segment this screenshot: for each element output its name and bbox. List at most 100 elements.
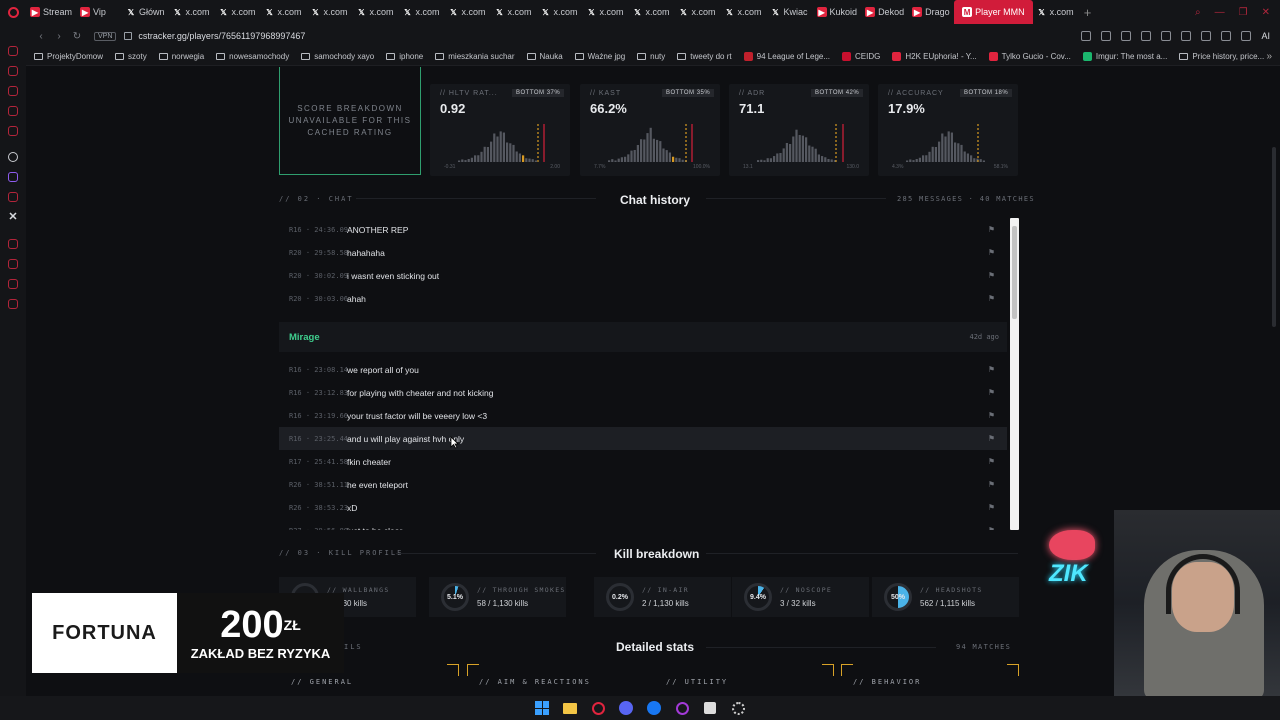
tab[interactable]: ▶ Dekod [861, 0, 908, 24]
sidebar-tools-icon[interactable] [8, 192, 18, 202]
bookmark-item[interactable]: Nauka [526, 52, 563, 61]
more-bookmarks-icon[interactable]: » [1266, 51, 1272, 62]
tab[interactable]: 𝕏x.com [675, 0, 721, 24]
flag-icon[interactable]: ⚑ [988, 248, 995, 257]
chat-message-row[interactable]: R16 · 23:12.83 for playing with cheater a… [279, 381, 1007, 404]
flag-icon[interactable]: ⚑ [988, 365, 995, 374]
close-window-button[interactable]: ✕ [1262, 7, 1270, 18]
url-field[interactable]: cstracker.gg/players/76561197968997467 [138, 31, 305, 41]
search-tabs-icon[interactable]: ⌕ [1195, 7, 1201, 18]
new-tab-button[interactable]: + [1079, 0, 1097, 24]
sidebar-history-icon[interactable] [8, 66, 18, 76]
tab[interactable]: 𝕏x.com [583, 0, 629, 24]
tab[interactable]: ▶ Drago [908, 0, 954, 24]
tab[interactable]: ▶ Kukoid [813, 0, 862, 24]
sidebar-flow-icon[interactable] [8, 239, 18, 249]
app-icon[interactable] [702, 700, 718, 716]
sidebar-settings-icon[interactable] [8, 152, 18, 162]
flag-icon[interactable]: ⚑ [988, 434, 995, 443]
maximize-button[interactable]: ❐ [1239, 7, 1248, 18]
tab[interactable]: ▶ Vip [76, 0, 122, 24]
bookmark-item[interactable]: tweety do rt [677, 52, 732, 61]
flag-icon[interactable]: ⚑ [988, 294, 995, 303]
flag-icon[interactable]: ⚑ [988, 526, 995, 530]
bookmark-item[interactable]: nowesamochody [216, 52, 289, 61]
tab[interactable]: 𝕏 Główn [122, 0, 169, 24]
chat-scrollbar[interactable] [1010, 218, 1019, 530]
chat-message-row[interactable]: R16 · 23:19.66 your trust factor will be … [279, 404, 1007, 427]
sidebar-x-icon[interactable]: ✕ [8, 210, 17, 223]
tab-active[interactable]: M Player MMN [954, 0, 1033, 24]
chat-message-row[interactable]: R20 · 30:02.09 i wasnt even sticking out ⚑ [279, 264, 1007, 287]
tab[interactable]: 𝕏x.com [353, 0, 399, 24]
tab[interactable]: ▶ Stream [26, 0, 76, 24]
bookmark-item[interactable]: ProjektyDomow [34, 52, 103, 61]
bookmark-item[interactable]: CEIDG [842, 52, 880, 61]
screenshot-icon[interactable] [1101, 31, 1112, 41]
sidebar-pin-icon[interactable] [8, 279, 18, 289]
bookmark-item[interactable]: iphone [386, 52, 423, 61]
bookmark-item[interactable]: 94 League of Lege... [743, 52, 830, 61]
file-explorer-icon[interactable] [562, 700, 578, 716]
flag-icon[interactable]: ⚑ [988, 271, 995, 280]
start-button[interactable] [534, 700, 550, 716]
chat-message-row[interactable]: R16 · 23:25.44 and u will play against hv… [279, 427, 1007, 450]
chat-message-row[interactable]: R26 · 38:53.23 xD ⚑ [279, 496, 1007, 519]
opera-gx-icon[interactable] [590, 700, 606, 716]
ai-button[interactable]: AI [1261, 31, 1270, 41]
flag-icon[interactable]: ⚑ [988, 388, 995, 397]
sidebar-player-icon[interactable] [8, 126, 18, 136]
tab[interactable]: 𝕏x.com [399, 0, 445, 24]
bookmark-item[interactable]: Imgur: The most a... [1082, 52, 1167, 61]
back-button[interactable]: ‹ [32, 31, 50, 42]
sidebar-workspace-icon[interactable] [8, 46, 18, 56]
settings-icon[interactable] [1241, 31, 1252, 41]
tab[interactable]: 𝕏 Kwiac [767, 0, 813, 24]
flag-icon[interactable]: ⚑ [988, 480, 995, 489]
tab[interactable]: 𝕏x.com [307, 0, 353, 24]
opera-menu-button[interactable] [0, 0, 26, 24]
reload-button[interactable]: ↻ [68, 31, 86, 42]
sidebar-twitch-icon[interactable] [8, 172, 18, 182]
tab[interactable]: 𝕏x.com [629, 0, 675, 24]
sidebar-more-icon[interactable] [8, 299, 18, 309]
flag-icon[interactable]: ⚑ [988, 225, 995, 234]
minimize-button[interactable]: — [1215, 7, 1225, 18]
sidebar-bag-icon[interactable] [8, 106, 18, 116]
forward-button[interactable]: › [50, 31, 68, 42]
bookmark-icon[interactable] [1081, 31, 1092, 41]
chat-message-row[interactable]: R16 · 23:08.14 we report all of you ⚑ [279, 358, 1007, 381]
shield-icon[interactable] [1121, 31, 1132, 41]
sidebar-clock-icon[interactable] [8, 259, 18, 269]
settings-app-icon[interactable] [730, 700, 746, 716]
chat-history-panel[interactable]: R16 · 24:36.09 ANOTHER REP ⚑ R20 · 29:58.58… [279, 218, 1019, 530]
tab[interactable]: 𝕏x.com [261, 0, 307, 24]
bookmark-item[interactable]: H2K EUphoria! - Y... [892, 52, 977, 61]
discord-icon[interactable] [618, 700, 634, 716]
extensions-icon[interactable] [1181, 31, 1192, 41]
chat-message-row[interactable]: R27 · 39:56.80just to be clear ⚑ [279, 519, 1007, 531]
tab-aim-reactions[interactable]: // AIM & REACTIONS [467, 664, 647, 694]
tab[interactable]: 𝕏x.com [537, 0, 583, 24]
opera-icon[interactable] [674, 700, 690, 716]
bookmark-item[interactable]: Tylko Gucio - Cov... [988, 52, 1071, 61]
download-icon[interactable] [1221, 31, 1232, 41]
bookmark-item[interactable]: Ważne jpg [574, 52, 625, 61]
chat-scrollbar-thumb[interactable] [1012, 226, 1017, 319]
bookmark-item[interactable]: Price history, price... [1179, 52, 1264, 61]
chat-message-row[interactable]: R20 · 29:58.58 hahahaha ⚑ [279, 241, 1007, 264]
tab-utility[interactable]: // UTILITY [654, 664, 834, 694]
page-scrollbar-thumb[interactable] [1272, 147, 1276, 327]
tab[interactable]: 𝕏x.com [721, 0, 767, 24]
camera-icon[interactable] [1201, 31, 1212, 41]
play-icon[interactable] [1141, 31, 1152, 41]
tab[interactable]: 𝕏x.com [491, 0, 537, 24]
chat-message-row[interactable]: R26 · 38:51.11 he even teleport ⚑ [279, 473, 1007, 496]
flag-icon[interactable]: ⚑ [988, 411, 995, 420]
bookmark-item[interactable]: mieszkania suchar [435, 52, 515, 61]
heart-icon[interactable] [1161, 31, 1172, 41]
bookmark-item[interactable]: nuty [637, 52, 665, 61]
chat-message-row[interactable]: R16 · 24:36.09 ANOTHER REP ⚑ [279, 218, 1007, 241]
tab[interactable]: 𝕏x.com [169, 0, 215, 24]
tab[interactable]: 𝕏x.com [445, 0, 491, 24]
